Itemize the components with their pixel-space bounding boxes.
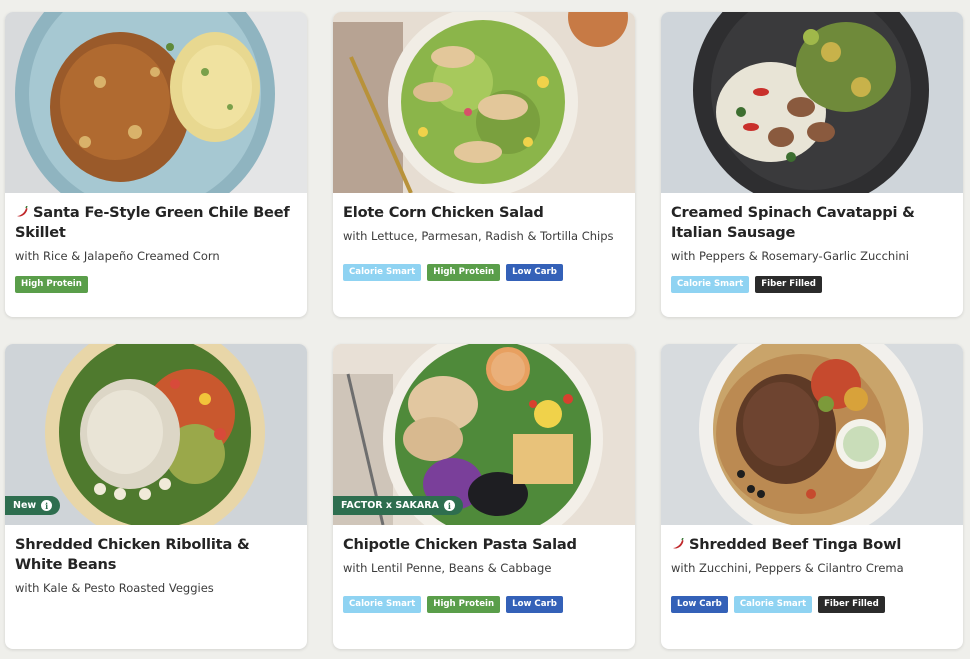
meal-card[interactable]: FACTOR x SAKARA i Chipotle Chicken Pasta… <box>333 344 635 649</box>
meal-title[interactable]: Shredded Beef Tinga Bowl <box>671 535 953 555</box>
tag-fiber-filled: Fiber Filled <box>755 276 822 293</box>
meal-image[interactable] <box>661 12 963 193</box>
tag-list: Calorie Smart Fiber Filled <box>671 276 953 293</box>
tag-calorie-smart: Calorie Smart <box>733 596 813 613</box>
meal-card[interactable]: Shredded Beef Tinga Bowl with Zucchini, … <box>661 344 963 649</box>
meal-subtitle: with Peppers & Rosemary-Garlic Zucchini <box>671 249 909 263</box>
collab-badge[interactable]: FACTOR x SAKARA i <box>333 496 463 515</box>
tag-fiber-filled: Fiber Filled <box>818 596 885 613</box>
tag-high-protein: High Protein <box>427 264 501 281</box>
meal-title[interactable]: Shredded Chicken Ribollita & White Beans <box>15 535 297 575</box>
tag-list: Calorie Smart High Protein Low Carb <box>343 596 625 613</box>
badge-label: New <box>13 500 37 511</box>
info-icon[interactable]: i <box>443 500 455 511</box>
meal-card[interactable]: Santa Fe-Style Green Chile Beef Skillet … <box>5 12 307 317</box>
tag-calorie-smart: Calorie Smart <box>343 264 422 281</box>
meal-subtitle: with Zucchini, Peppers & Cilantro Crema <box>671 561 904 575</box>
tag-high-protein: High Protein <box>427 596 501 613</box>
meal-subtitle: with Kale & Pesto Roasted Veggies <box>15 581 214 595</box>
meal-title-text: Santa Fe-Style Green Chile Beef Skillet <box>15 204 290 241</box>
meal-subtitle: with Rice & Jalapeño Creamed Corn <box>15 249 220 263</box>
tag-calorie-smart: Calorie Smart <box>671 276 750 293</box>
chili-pepper-icon <box>15 204 29 217</box>
meal-image[interactable] <box>661 344 963 525</box>
chili-pepper-icon <box>671 536 685 549</box>
meal-image[interactable] <box>5 12 307 193</box>
meal-title[interactable]: Elote Corn Chicken Salad <box>343 203 625 223</box>
meal-title[interactable]: Santa Fe-Style Green Chile Beef Skillet <box>15 203 297 243</box>
meal-card[interactable]: Creamed Spinach Cavatappi & Italian Saus… <box>661 12 963 317</box>
meal-image[interactable]: FACTOR x SAKARA i <box>333 344 635 525</box>
meal-subtitle: with Lentil Penne, Beans & Cabbage <box>343 561 552 575</box>
tag-list: High Protein <box>15 276 297 293</box>
tag-low-carb: Low Carb <box>506 596 563 613</box>
meal-title[interactable]: Chipotle Chicken Pasta Salad <box>343 535 625 555</box>
meal-grid: Santa Fe-Style Green Chile Beef Skillet … <box>0 0 970 659</box>
tag-high-protein: High Protein <box>15 276 88 293</box>
meal-title-text: Shredded Beef Tinga Bowl <box>689 536 902 553</box>
meal-subtitle: with Lettuce, Parmesan, Radish & Tortill… <box>343 229 614 243</box>
tag-list: Low Carb Calorie Smart Fiber Filled <box>671 596 953 613</box>
badge-label: FACTOR x SAKARA <box>341 500 439 511</box>
meal-title[interactable]: Creamed Spinach Cavatappi & Italian Saus… <box>671 203 953 243</box>
new-badge[interactable]: New i <box>5 496 61 515</box>
meal-image[interactable] <box>333 12 635 193</box>
tag-list: Calorie Smart High Protein Low Carb <box>343 264 625 281</box>
info-icon[interactable]: i <box>41 500 53 511</box>
tag-low-carb: Low Carb <box>671 596 728 613</box>
meal-card[interactable]: New i Shredded Chicken Ribollita & White… <box>5 344 307 649</box>
tag-calorie-smart: Calorie Smart <box>343 596 422 613</box>
meal-card[interactable]: Elote Corn Chicken Salad with Lettuce, P… <box>333 12 635 317</box>
meal-image[interactable]: New i <box>5 344 307 525</box>
tag-low-carb: Low Carb <box>506 264 563 281</box>
